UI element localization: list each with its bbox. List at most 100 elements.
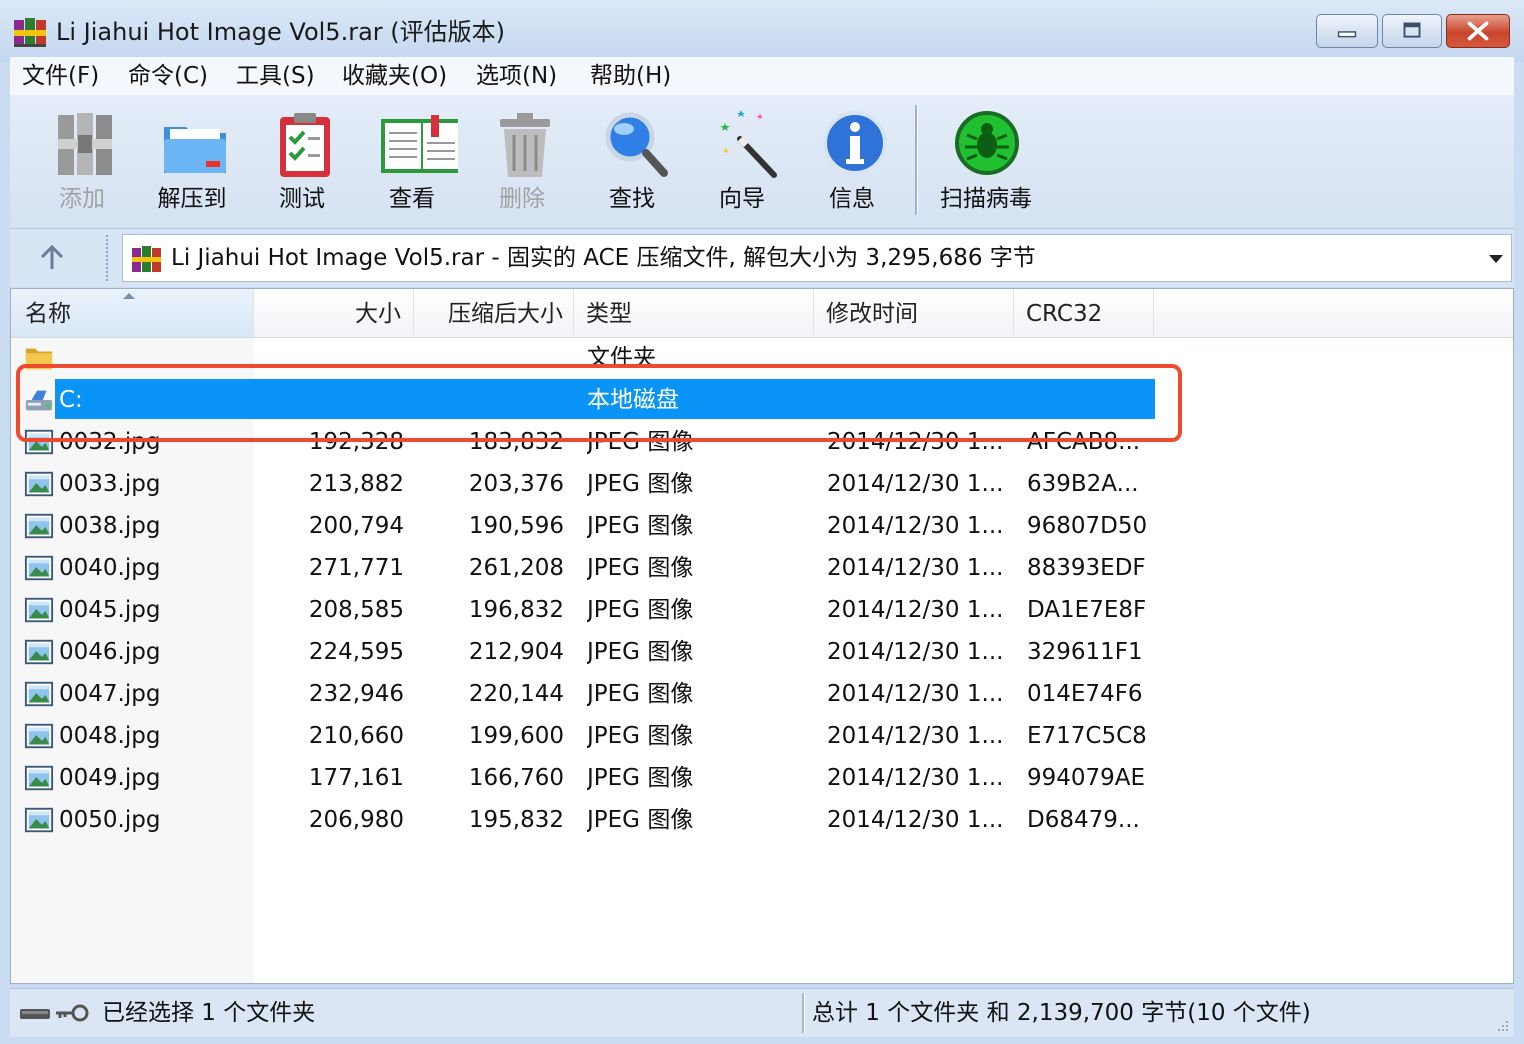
list-item[interactable]: 0038.jpg 200,794 190,596 JPEG 图像 2014/12/30 … bbox=[11, 505, 1513, 547]
list-item[interactable]: 0045.jpg 208,585 196,832 JPEG 图像 2014/12/30 … bbox=[11, 589, 1513, 631]
menu-tools[interactable]: 工具(S) bbox=[236, 59, 315, 93]
cell-packed: 196,832 bbox=[468, 597, 564, 623]
cell-crc: 994079AE bbox=[1027, 765, 1146, 791]
cell-crc: 014E74F6 bbox=[1027, 681, 1143, 707]
address-bar[interactable]: Li Jiahui Hot Image Vol5.rar - 固实的 ACE 压… bbox=[122, 234, 1512, 282]
cell-size: 210,660 bbox=[308, 723, 404, 749]
cell-crc: 96807D50 bbox=[1027, 513, 1148, 539]
toolbar-separator bbox=[915, 105, 918, 215]
maximize-icon bbox=[1403, 22, 1421, 38]
up-arrow-icon[interactable] bbox=[34, 241, 70, 275]
image-file-icon bbox=[24, 639, 54, 665]
menu-commands[interactable]: 命令(C) bbox=[128, 59, 208, 93]
cell-crc: DA1E7E8F bbox=[1027, 597, 1147, 623]
image-file-icon bbox=[24, 807, 54, 833]
cell-name: 0040.jpg bbox=[59, 555, 161, 581]
add-button[interactable]: 添加 bbox=[32, 103, 132, 221]
drive-key-icon[interactable] bbox=[18, 1001, 94, 1025]
winrar-archive-icon bbox=[132, 246, 161, 272]
cell-size: 177,161 bbox=[308, 765, 404, 791]
virus-scan-button[interactable]: 扫描病毒 bbox=[926, 103, 1046, 221]
menu-favorites[interactable]: 收藏夹(O) bbox=[342, 59, 447, 93]
view-book-icon bbox=[381, 115, 458, 173]
cell-mtime: 2014/12/30 1... bbox=[827, 471, 1004, 497]
cell-type: JPEG 图像 bbox=[587, 723, 694, 749]
minimize-button[interactable] bbox=[1316, 14, 1378, 48]
cell-name: 0038.jpg bbox=[59, 513, 161, 539]
menu-help[interactable]: 帮助(H) bbox=[590, 59, 671, 93]
window-title: Li Jiahui Hot Image Vol5.rar (评估版本) bbox=[56, 18, 506, 46]
close-icon bbox=[1467, 21, 1489, 41]
cell-mtime: 2014/12/30 1... bbox=[827, 513, 1004, 539]
title-bar[interactable]: Li Jiahui Hot Image Vol5.rar (评估版本) bbox=[0, 0, 1524, 62]
cell-size: 232,946 bbox=[308, 681, 404, 707]
cell-mtime: 2014/12/30 1... bbox=[827, 807, 1004, 833]
find-button[interactable]: 查找 bbox=[582, 103, 682, 221]
view-button[interactable]: 查看 bbox=[362, 103, 462, 221]
image-file-icon bbox=[24, 723, 54, 749]
image-file-icon bbox=[24, 765, 54, 791]
find-label: 查找 bbox=[609, 186, 655, 212]
cell-name: 0033.jpg bbox=[59, 471, 161, 497]
extract-to-button[interactable]: 解压到 bbox=[142, 103, 242, 221]
list-item[interactable]: 0049.jpg 177,161 166,760 JPEG 图像 2014/12/30 … bbox=[11, 757, 1513, 799]
list-item[interactable]: 0047.jpg 232,946 220,144 JPEG 图像 2014/12/30 … bbox=[11, 673, 1513, 715]
close-button[interactable] bbox=[1446, 14, 1510, 48]
column-header-size[interactable]: 大小 bbox=[254, 289, 414, 337]
cell-crc: D68479... bbox=[1027, 807, 1140, 833]
menu-file[interactable]: 文件(F) bbox=[22, 59, 99, 93]
column-header-packed[interactable]: 压缩后大小 bbox=[414, 289, 574, 337]
list-item[interactable]: 0048.jpg 210,660 199,600 JPEG 图像 2014/12/30 … bbox=[11, 715, 1513, 757]
test-clipboard-icon bbox=[280, 113, 330, 177]
cell-size: 200,794 bbox=[308, 513, 404, 539]
winrar-books-icon bbox=[14, 18, 46, 47]
column-header-mtime[interactable]: 修改时间 bbox=[814, 289, 1014, 337]
cell-packed: 212,904 bbox=[468, 639, 564, 665]
list-item[interactable]: 0046.jpg 224,595 212,904 JPEG 图像 2014/12/30 … bbox=[11, 631, 1513, 673]
extract-to-label: 解压到 bbox=[157, 186, 227, 212]
cell-type: JPEG 图像 bbox=[587, 681, 694, 707]
cell-packed: 190,596 bbox=[468, 513, 564, 539]
sort-ascending-icon bbox=[123, 293, 135, 299]
cell-type: JPEG 图像 bbox=[587, 555, 694, 581]
resize-grip-icon[interactable] bbox=[1494, 1017, 1510, 1033]
extract-folder-icon bbox=[164, 127, 226, 173]
cell-size: 213,882 bbox=[308, 471, 404, 497]
test-label: 测试 bbox=[279, 186, 325, 212]
column-header-type[interactable]: 类型 bbox=[574, 289, 814, 337]
cell-type: JPEG 图像 bbox=[587, 513, 694, 539]
cell-name: 0049.jpg bbox=[59, 765, 161, 791]
cell-name: 0048.jpg bbox=[59, 723, 161, 749]
cell-name: 0046.jpg bbox=[59, 639, 161, 665]
cell-crc: 329611F1 bbox=[1027, 639, 1143, 665]
add-archive-icon bbox=[58, 113, 112, 175]
image-file-icon bbox=[24, 597, 54, 623]
menu-options[interactable]: 选项(N) bbox=[476, 59, 557, 93]
list-item[interactable]: 0050.jpg 206,980 195,832 JPEG 图像 2014/12/30 … bbox=[11, 799, 1513, 841]
list-item[interactable]: 0040.jpg 271,771 261,208 JPEG 图像 2014/12/30 … bbox=[11, 547, 1513, 589]
info-button[interactable]: 信息 bbox=[802, 103, 902, 221]
minimize-icon bbox=[1337, 31, 1357, 38]
cell-packed: 220,144 bbox=[468, 681, 564, 707]
cell-mtime: 2014/12/30 1... bbox=[827, 639, 1004, 665]
image-file-icon bbox=[24, 471, 54, 497]
column-header-name[interactable]: 名称 bbox=[11, 289, 254, 337]
list-header: 名称 大小 压缩后大小 类型 修改时间 CRC32 bbox=[11, 289, 1513, 338]
cell-packed: 195,832 bbox=[468, 807, 564, 833]
delete-trash-icon bbox=[500, 113, 550, 177]
column-header-crc[interactable]: CRC32 bbox=[1014, 289, 1154, 337]
cell-name: 0045.jpg bbox=[59, 597, 161, 623]
highlight-outline bbox=[16, 364, 1182, 442]
cell-crc: E717C5C8 bbox=[1027, 723, 1147, 749]
chevron-down-icon[interactable] bbox=[1489, 255, 1503, 263]
cell-packed: 203,376 bbox=[468, 471, 564, 497]
cell-size: 271,771 bbox=[308, 555, 404, 581]
maximize-button[interactable] bbox=[1382, 14, 1442, 48]
cell-name: 0047.jpg bbox=[59, 681, 161, 707]
status-divider bbox=[802, 993, 805, 1033]
wizard-label: 向导 bbox=[719, 186, 765, 212]
delete-button[interactable]: 删除 bbox=[472, 103, 572, 221]
wizard-button[interactable]: 向导 bbox=[692, 103, 792, 221]
list-item[interactable]: 0033.jpg 213,882 203,376 JPEG 图像 2014/12/30 … bbox=[11, 463, 1513, 505]
test-button[interactable]: 测试 bbox=[252, 103, 352, 221]
